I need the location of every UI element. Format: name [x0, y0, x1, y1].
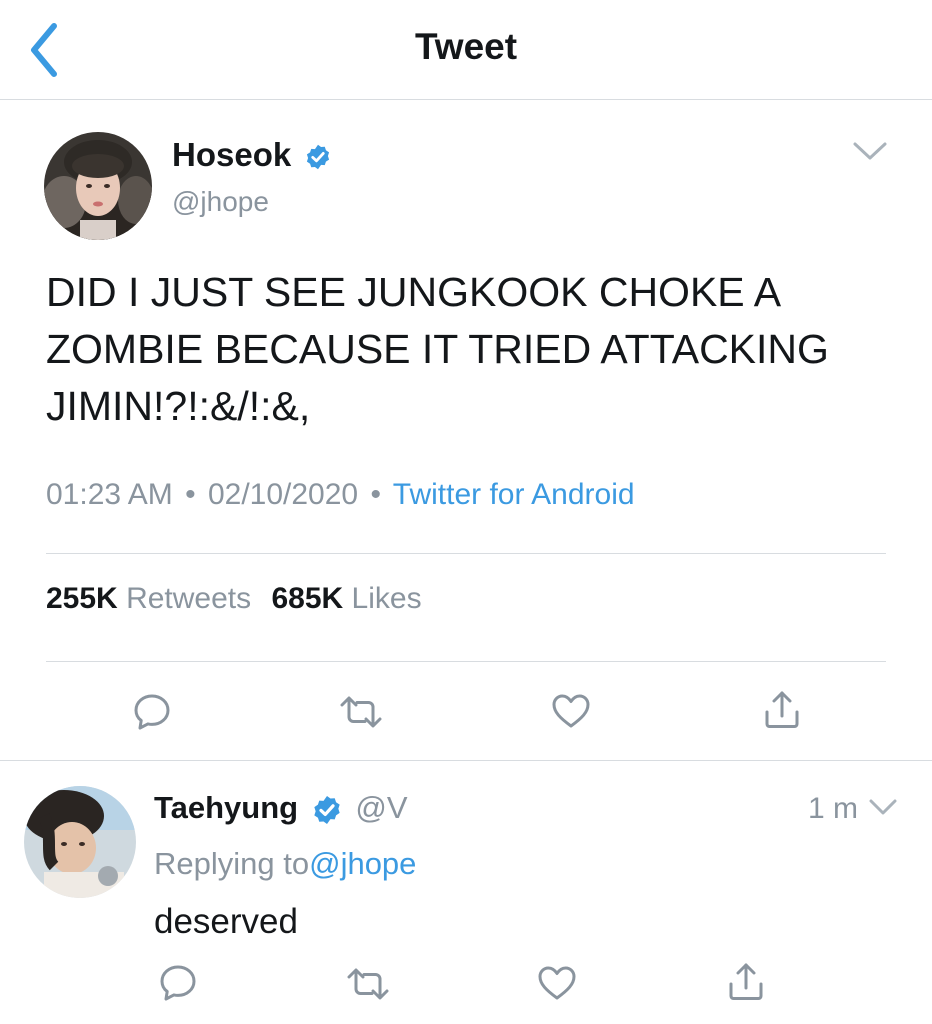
top-bar: Tweet	[0, 0, 932, 100]
tweet-source-link[interactable]: Twitter for Android	[393, 478, 635, 511]
meta-separator: •	[185, 478, 196, 511]
share-icon[interactable]	[764, 690, 800, 730]
author-name[interactable]: Hoseok	[172, 136, 291, 173]
replying-to-handle-link[interactable]: @jhope	[309, 846, 416, 881]
reply-author-handle[interactable]: @V	[355, 790, 407, 825]
tweet-time: 01:23 AM	[46, 478, 173, 511]
reply-author-avatar[interactable]	[24, 786, 136, 898]
tweet-text: DID I JUST SEE JUNGKOOK CHOKE A ZOMBIE B…	[46, 269, 829, 429]
tweet-meta: 01:23 AM • 02/10/2020 • Twitter for Andr…	[46, 478, 635, 512]
retweets-label: Retweets	[126, 582, 252, 615]
stats-divider	[46, 661, 886, 662]
likes-label: Likes	[351, 582, 422, 615]
reply-author-name[interactable]: Taehyung	[154, 790, 298, 825]
comment-icon[interactable]	[158, 963, 198, 1003]
verified-badge-icon	[304, 143, 332, 171]
retweets-count: 255K	[46, 582, 118, 615]
author-handle[interactable]: @jhope	[172, 186, 269, 218]
heart-icon[interactable]	[551, 693, 591, 729]
reply-divider	[0, 760, 932, 761]
likes-count: 685K	[271, 582, 344, 615]
chevron-down-icon[interactable]	[852, 140, 888, 162]
likes-stat[interactable]: 685K Likes	[271, 582, 421, 615]
reply-text: deserved	[154, 902, 298, 941]
author-name-row[interactable]: Hoseok	[172, 136, 332, 174]
header-divider	[0, 99, 932, 100]
retweets-stat[interactable]: 255K Retweets	[46, 582, 259, 615]
page-title: Tweet	[414, 26, 518, 67]
replying-to-label: Replying to	[154, 846, 310, 881]
replying-to: Replying to@jhope	[154, 846, 416, 882]
reply-author-row[interactable]: Taehyung @V	[154, 790, 408, 826]
reply-timestamp: 1 m	[808, 792, 859, 825]
meta-divider	[46, 553, 886, 554]
share-icon[interactable]	[728, 962, 764, 1002]
verified-badge-icon	[311, 794, 343, 826]
comment-icon[interactable]	[132, 692, 172, 732]
heart-icon[interactable]	[537, 965, 577, 1001]
chevron-down-icon[interactable]	[868, 798, 898, 816]
retweet-icon[interactable]	[340, 694, 382, 730]
tweet-date: 02/10/2020	[207, 478, 359, 511]
tweet-stats: 255K Retweets 685K Likes	[46, 582, 422, 616]
meta-separator: •	[370, 478, 381, 511]
author-avatar[interactable]	[44, 132, 152, 240]
retweet-icon[interactable]	[347, 966, 389, 1002]
